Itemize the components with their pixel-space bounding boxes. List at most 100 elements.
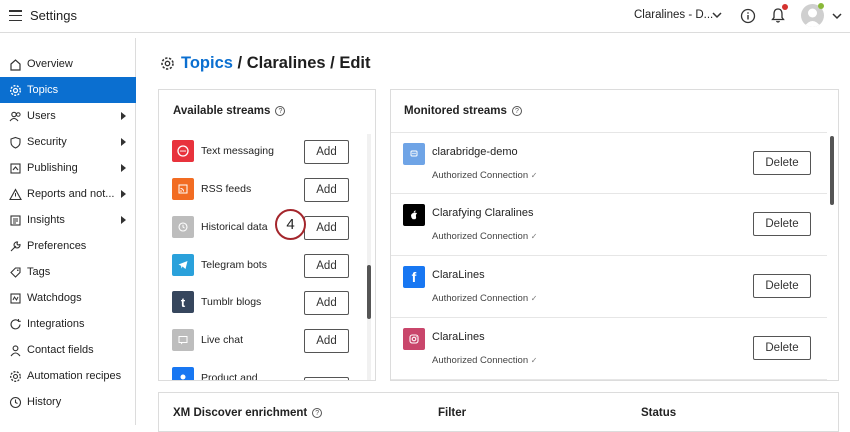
rss-icon [172, 178, 194, 200]
text-messaging-icon [172, 140, 194, 162]
step-callout: 4 [275, 209, 306, 240]
add-button[interactable]: Add [304, 329, 349, 353]
connection-status: Authorized Connection ✓ [432, 293, 537, 304]
sidebar-item-label: Contact fields [27, 344, 94, 356]
scrollbar[interactable] [367, 265, 371, 319]
stream-label: Live chat [201, 334, 244, 346]
column-header-status[interactable]: Status [641, 407, 676, 419]
sidebar-item-security[interactable]: Security [0, 129, 136, 155]
tumblr-icon: t [172, 291, 194, 313]
sidebar-item-integrations[interactable]: Integrations [0, 311, 136, 337]
sidebar-item-label: Users [27, 110, 56, 122]
org-selector[interactable]: Claralines - D... [634, 9, 713, 21]
menu-icon[interactable] [9, 10, 22, 22]
add-button[interactable]: Add [304, 216, 349, 240]
monitored-streams-title: Monitored streams ? [404, 105, 522, 117]
sidebar-item-automation-recipes[interactable]: Automation recipes [0, 363, 136, 389]
add-button[interactable]: Add [304, 140, 349, 164]
sidebar-item-label: Tags [27, 266, 51, 278]
sidebar-item-label: Topics [27, 84, 59, 96]
connection-status: Authorized Connection ✓ [432, 355, 537, 366]
chevron-right-icon [121, 138, 126, 146]
gear-icon [8, 83, 22, 97]
breadcrumb-topics-link[interactable]: Topics [181, 54, 233, 73]
sidebar-item-label: History [27, 396, 62, 408]
notification-badge [782, 4, 788, 10]
sidebar-item-watchdogs[interactable]: Watchdogs [0, 285, 136, 311]
check-icon: ✓ [530, 356, 538, 365]
available-streams-title: Available streams ? [173, 105, 286, 117]
stream-name: clarabridge-demo [432, 146, 518, 158]
chat-icon [172, 329, 194, 351]
sidebar-item-preferences[interactable]: Preferences [0, 233, 136, 259]
stream-label: Telegram bots [201, 259, 267, 271]
add-button[interactable]: Add [304, 377, 349, 380]
status-text: Authorized Connection [432, 355, 529, 366]
check-icon: ✓ [530, 294, 538, 303]
scroll-track [367, 134, 371, 380]
sidebar-item-history[interactable]: History [0, 389, 136, 415]
help-icon[interactable]: ? [511, 106, 522, 116]
instagram-icon [403, 328, 425, 350]
sidebar-item-label: Reports and not... [27, 188, 115, 200]
status-text: Authorized Connection [432, 170, 529, 181]
chevron-down-icon[interactable] [832, 12, 842, 20]
stream-label: Text messaging [201, 145, 274, 157]
help-icon[interactable]: ? [275, 106, 286, 116]
info-icon[interactable] [740, 8, 756, 24]
chevron-right-icon [121, 190, 126, 198]
status-text: Authorized Connection [432, 293, 529, 304]
delete-button[interactable]: Delete [753, 336, 811, 360]
table-row: Clarafying Claralines Authorized Connect… [391, 194, 827, 256]
clock-icon [8, 395, 22, 409]
watchdog-icon [8, 291, 22, 305]
chevron-right-icon [121, 216, 126, 224]
delete-button[interactable]: Delete [753, 151, 811, 175]
sidebar-item-topics[interactable]: Topics [0, 77, 136, 103]
insights-icon [8, 213, 22, 227]
gear-icon [161, 57, 174, 70]
sidebar-item-users[interactable]: Users [0, 103, 136, 129]
sidebar-item-label: Insights [27, 214, 65, 226]
product-icon [172, 367, 194, 380]
sidebar-item-label: Preferences [27, 240, 87, 252]
breadcrumb-rest: / Claralines / Edit [232, 54, 371, 72]
chevron-right-icon [121, 112, 126, 120]
column-header-filter[interactable]: Filter [438, 407, 466, 419]
add-button[interactable]: Add [304, 254, 349, 278]
sidebar-item-reports[interactable]: Reports and not... [0, 181, 136, 207]
automation-icon [8, 369, 22, 383]
check-icon: ✓ [530, 171, 538, 180]
apple-icon [403, 204, 425, 226]
status-text: Authorized Connection [432, 231, 529, 242]
delete-button[interactable]: Delete [753, 274, 811, 298]
sidebar-item-insights[interactable]: Insights [0, 207, 136, 233]
enrichment-title-text: XM Discover enrichment [173, 407, 308, 419]
users-icon [8, 109, 22, 123]
tag-icon [8, 265, 22, 279]
chevron-right-icon [121, 164, 126, 172]
enrichment-title: XM Discover enrichment ? [173, 407, 323, 419]
delete-button[interactable]: Delete [753, 212, 811, 236]
chevron-down-icon[interactable] [712, 11, 722, 19]
stream-name: ClaraLines [432, 269, 485, 281]
person-icon [8, 343, 22, 357]
help-icon[interactable]: ? [312, 408, 323, 418]
presence-dot [818, 3, 824, 9]
sidebar-item-label: Security [27, 136, 67, 148]
add-button[interactable]: Add [304, 178, 349, 202]
sidebar-item-overview[interactable]: Overview [0, 51, 136, 77]
sidebar-item-tags[interactable]: Tags [0, 259, 136, 285]
check-icon: ✓ [530, 232, 538, 241]
connection-status: Authorized Connection ✓ [432, 170, 537, 181]
scrollbar[interactable] [830, 136, 834, 205]
shield-icon [8, 135, 22, 149]
monitored-list: clarabridge-demo Authorized Connection ✓… [391, 131, 828, 380]
connection-status: Authorized Connection ✓ [432, 231, 537, 242]
sidebar-item-publishing[interactable]: Publishing [0, 155, 136, 181]
facebook-icon: f [403, 266, 425, 288]
panel-title-text: Monitored streams [404, 105, 507, 117]
add-button[interactable]: Add [304, 291, 349, 315]
sidebar-item-contact-fields[interactable]: Contact fields [0, 337, 136, 363]
stream-label: Historical data [201, 221, 268, 233]
